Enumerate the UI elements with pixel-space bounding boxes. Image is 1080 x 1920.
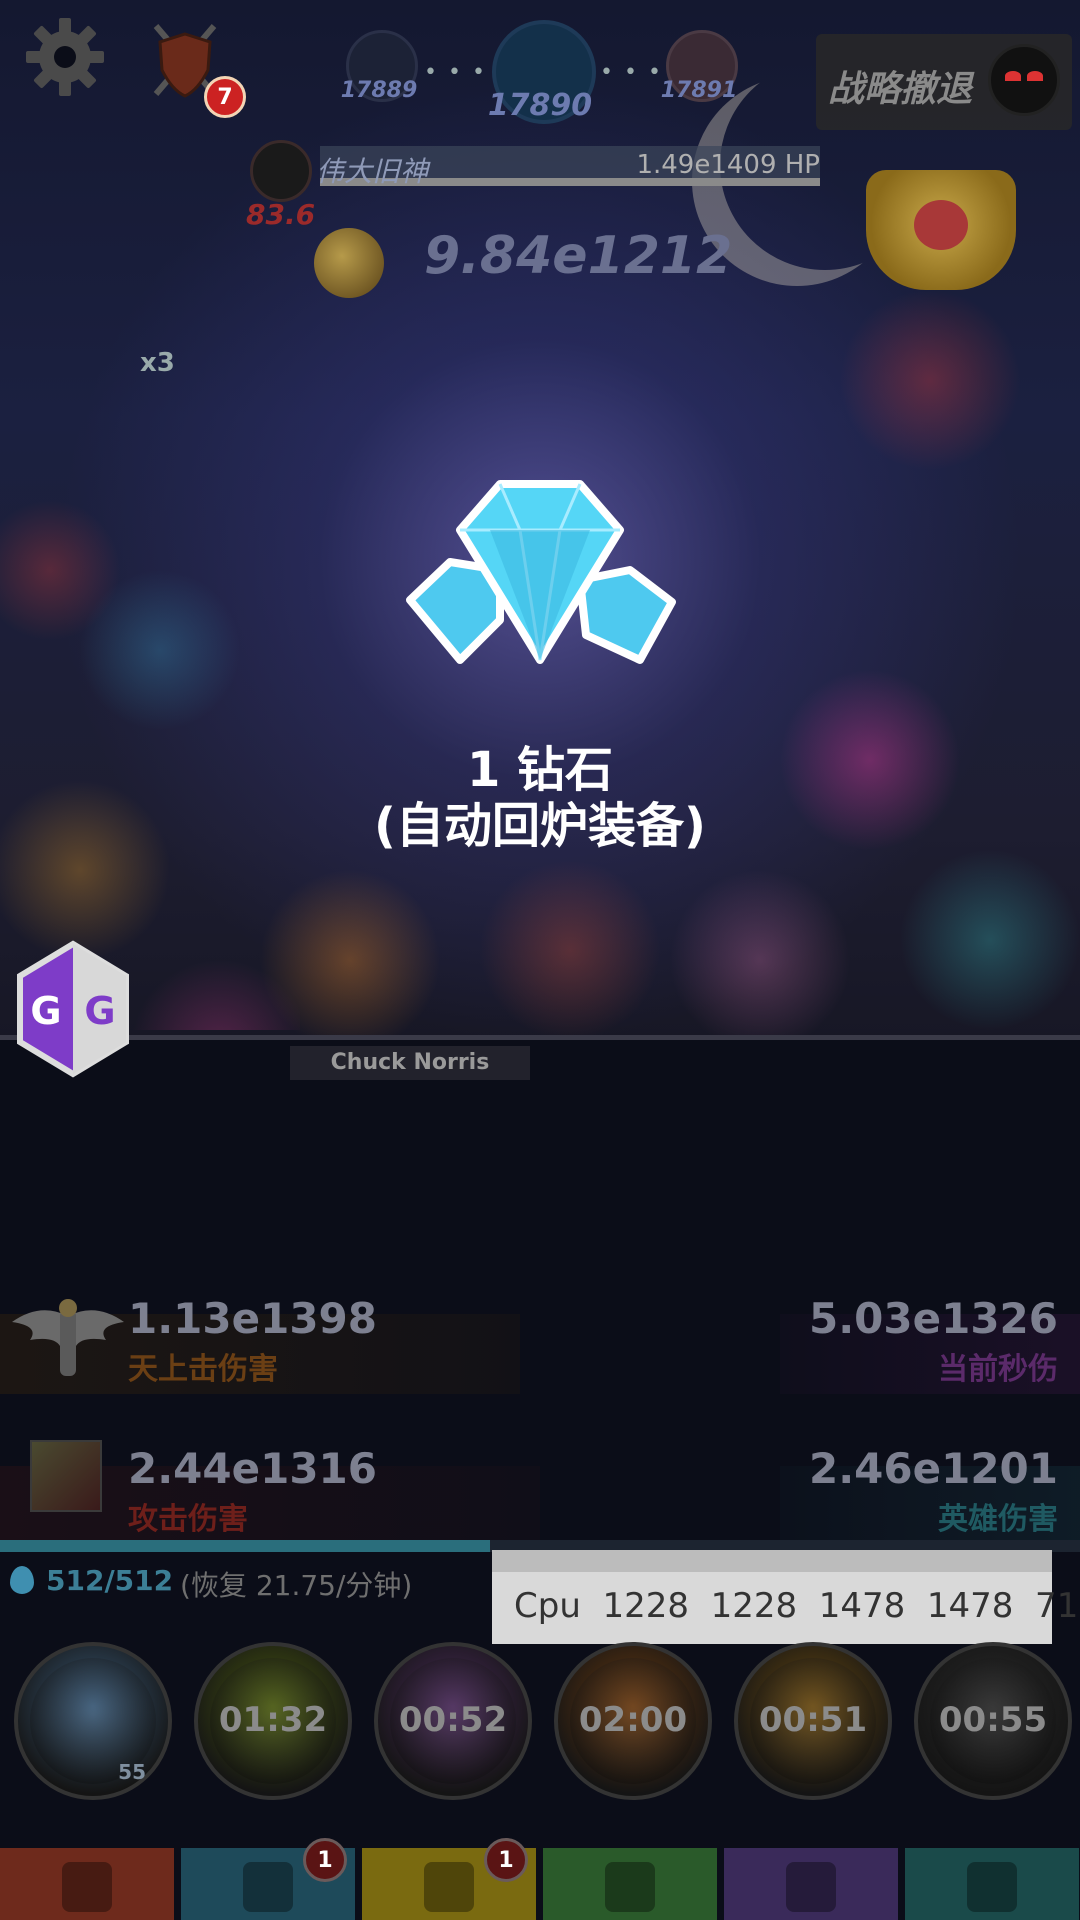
svg-text:G: G bbox=[30, 989, 61, 1033]
boss-urn-icon[interactable] bbox=[866, 170, 1016, 290]
sky-strike-damage-value: 1.13e1398 bbox=[128, 1294, 378, 1343]
stage-prev-label: 17889 bbox=[340, 78, 418, 103]
hero-crowd-bottom bbox=[200, 840, 900, 1040]
tab-pets[interactable] bbox=[543, 1848, 717, 1920]
tab-sword[interactable] bbox=[0, 1848, 174, 1920]
skill-cooldown-timer: 02:00 bbox=[578, 1700, 688, 1740]
attack-damage-label: 攻击伤害 bbox=[128, 1502, 248, 1537]
diamond-icon bbox=[406, 480, 676, 664]
skill-hand-of-midas-button[interactable]: 00:52 bbox=[374, 1642, 532, 1800]
hero-damage-label: 英雄伤害 bbox=[938, 1502, 1058, 1537]
clan-notification-badge: 7 bbox=[204, 76, 246, 118]
energy-recovery-rate: (恢复 21.75/分钟) bbox=[180, 1569, 413, 1602]
boss-avatar-icon bbox=[250, 140, 312, 202]
stage-current-label: 17890 bbox=[487, 88, 593, 123]
angel-wings-icon bbox=[12, 1299, 124, 1376]
hero-damage-value: 2.46e1201 bbox=[808, 1444, 1058, 1493]
damage-stats: 1.13e1398 天上击伤害 5.03e1326 当前秒伤 2.44e1316… bbox=[0, 1290, 1080, 1560]
pet-multiplier: x3 bbox=[140, 348, 175, 378]
skill-cooldown-timer: 00:52 bbox=[398, 1700, 508, 1740]
top-bar: 7 • • • • • • • • 17889 17890 17891 战略撤退 bbox=[0, 0, 1080, 150]
reward-subtitle: (自动回炉装备) bbox=[374, 798, 706, 854]
equipment-icon bbox=[424, 1862, 474, 1912]
sword-icon bbox=[62, 1862, 112, 1912]
demon-face-icon bbox=[988, 44, 1060, 116]
heroes-icon bbox=[243, 1862, 293, 1912]
skill-fire-sword-button[interactable]: 02:00 bbox=[554, 1642, 712, 1800]
hero-portrait-icon bbox=[30, 1440, 102, 1512]
ground-divider bbox=[0, 1035, 1080, 1040]
skill-shadow-clone-button[interactable]: 00:55 bbox=[914, 1642, 1072, 1800]
strategic-retreat-button[interactable]: 战略撤退 bbox=[816, 34, 1072, 130]
skill-cooldown-timer: 00:55 bbox=[938, 1700, 1048, 1740]
tab-shop[interactable] bbox=[905, 1848, 1079, 1920]
mana-drop-icon bbox=[10, 1566, 34, 1594]
dps-value: 5.03e1326 bbox=[808, 1294, 1058, 1343]
skill-heavenly-strike-button[interactable]: 55 bbox=[14, 1642, 172, 1800]
stage-next-label: 17891 bbox=[660, 78, 738, 103]
shop-icon bbox=[967, 1862, 1017, 1912]
cpu-monitor-overlay: Cpu 1228 1228 1478 1478 71 bbox=[492, 1550, 1078, 1644]
relics-icon bbox=[786, 1862, 836, 1912]
bottom-tab-bar: 11 bbox=[0, 1838, 1080, 1920]
cpu-readout: Cpu 1228 1228 1478 1478 71 bbox=[514, 1586, 1079, 1626]
retreat-label: 战略撤退 bbox=[828, 69, 973, 110]
skill-deadly-strike-button[interactable]: 01:32 bbox=[194, 1642, 352, 1800]
energy-count: 512/512 bbox=[46, 1564, 174, 1597]
skill-cooldown-timer: 00:51 bbox=[758, 1700, 868, 1740]
boss-timer: 83.6 bbox=[246, 198, 316, 231]
svg-text:G: G bbox=[84, 989, 115, 1033]
skill-cooldown-timer: 01:32 bbox=[218, 1700, 328, 1740]
gold-coin-icon bbox=[314, 228, 384, 298]
tab-equipment[interactable]: 1 bbox=[362, 1838, 536, 1920]
urn-demon-face bbox=[914, 200, 968, 250]
dps-label: 当前秒伤 bbox=[938, 1352, 1058, 1387]
game-guardian-icon[interactable]: G G bbox=[14, 940, 132, 1078]
attack-damage-value: 2.44e1316 bbox=[128, 1444, 378, 1493]
boss-hp-value: 1.49e1409 HP bbox=[636, 150, 820, 180]
skill-level: 55 bbox=[118, 1760, 146, 1784]
tab-notification-badge: 1 bbox=[303, 1838, 347, 1882]
pets-icon bbox=[605, 1862, 655, 1912]
energy-bar-fill bbox=[0, 1540, 490, 1552]
gear-icon[interactable] bbox=[24, 16, 106, 98]
boss-health-row: 伟大旧神 1.49e1409 HP bbox=[250, 140, 820, 202]
hero-name-plate: Chuck Norris bbox=[290, 1046, 530, 1080]
tab-relics[interactable] bbox=[724, 1848, 898, 1920]
sky-strike-damage-label: 天上击伤害 bbox=[128, 1352, 278, 1387]
skill-war-cry-button[interactable]: 00:51 bbox=[734, 1642, 892, 1800]
boss-name: 伟大旧神 bbox=[316, 155, 429, 188]
tab-heroes[interactable]: 1 bbox=[181, 1838, 355, 1920]
tab-notification-badge: 1 bbox=[484, 1838, 528, 1882]
gold-value: 9.84e1212 bbox=[424, 226, 733, 286]
